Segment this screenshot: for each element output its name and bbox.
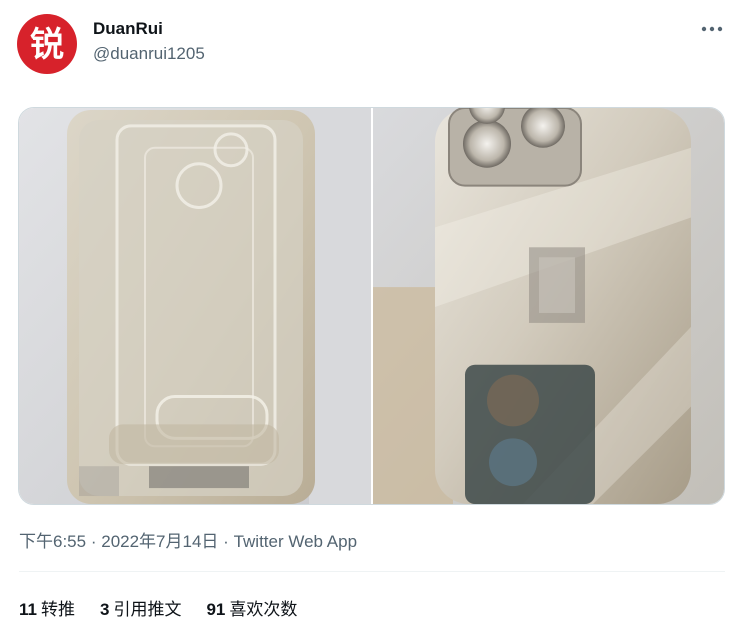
meta-separator: · (223, 532, 229, 551)
quotes-stat[interactable]: 3 引用推文 (100, 595, 181, 620)
tweet-time-link[interactable]: 下午6:55 (19, 532, 86, 551)
retweets-label: 转推 (40, 600, 75, 619)
tweet-photo-2[interactable] (373, 108, 724, 504)
tweet-date-link[interactable]: 2022年7月14日 (101, 532, 218, 551)
retweets-count: 11 (19, 600, 37, 619)
user-handle[interactable]: @duanrui1205 (93, 44, 205, 64)
tweet-photo-1[interactable] (19, 108, 371, 504)
more-horizontal-icon (701, 26, 723, 32)
retweets-stat[interactable]: 11 转推 (19, 595, 75, 620)
quotes-label: 引用推文 (113, 600, 182, 619)
meta-separator: · (90, 532, 97, 551)
likes-label: 喜欢次数 (229, 600, 298, 619)
photo-phone-back-image (373, 108, 724, 504)
photo-tray-image (19, 108, 371, 504)
tweet-source-link[interactable]: Twitter Web App (234, 532, 357, 551)
likes-count: 91 (206, 600, 226, 619)
more-options-button[interactable] (692, 14, 732, 44)
tweet-stats: 11 转推 3 引用推文 91 喜欢次数 (19, 595, 297, 620)
likes-stat[interactable]: 91 喜欢次数 (206, 595, 297, 620)
avatar-logo: 锐 (30, 25, 64, 65)
tweet-timestamp: 下午6:55 · 2022年7月14日 · Twitter Web App (19, 527, 357, 552)
quotes-count: 3 (99, 600, 110, 619)
divider (19, 571, 725, 572)
tweet: 锐 DuanRui @duanrui1205 下午6:55 · 2022年7月1… (0, 0, 743, 619)
display-name[interactable]: DuanRui (93, 19, 163, 39)
avatar[interactable]: 锐 (17, 14, 77, 74)
tweet-media (18, 107, 725, 505)
